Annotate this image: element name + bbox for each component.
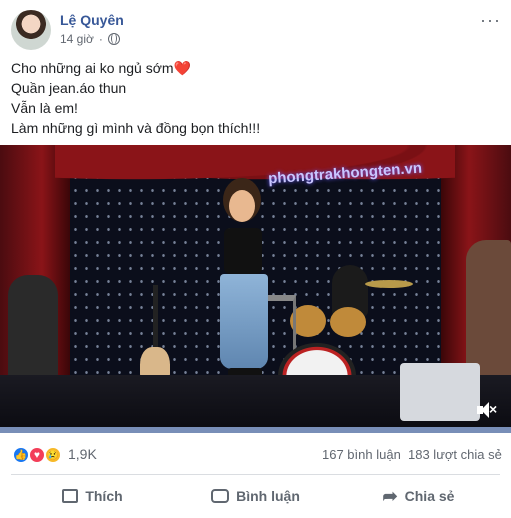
stage-monitor: [400, 363, 480, 421]
post-header: Lệ Quyên 14 giờ · ···: [0, 0, 511, 52]
like-button[interactable]: Thích: [11, 478, 174, 514]
tom-drum: [330, 307, 366, 337]
shares-count[interactable]: 183 lượt chia sẻ: [408, 447, 502, 462]
share-button[interactable]: ➦ Chia sẻ: [337, 478, 500, 514]
like-reaction-icon[interactable]: 👍: [12, 446, 30, 464]
singer: [214, 190, 274, 395]
globe-icon[interactable]: [107, 33, 120, 45]
post-meta: 14 giờ ·: [60, 32, 120, 46]
post-caption: Cho những ai ko ngủ sớm❤️ Quần jean.áo t…: [11, 58, 260, 138]
like-label: Thích: [85, 488, 123, 504]
comment-bubble-icon: [211, 489, 230, 503]
caption-line: Cho những ai ko ngủ sớm❤️: [11, 60, 191, 76]
post-stats: 👍 ♥ 😢 1,9K 167 bình luận 183 lượt chia s…: [0, 440, 511, 470]
heart-emoji-icon: ❤️: [173, 60, 191, 76]
comment-button[interactable]: Bình luận: [174, 478, 337, 514]
share-arrow-icon: ➦: [382, 486, 398, 506]
stage-light: [0, 427, 511, 433]
caption-line: Làm những gì mình và đồng bọn thích!!!: [11, 120, 261, 136]
caption-line: Quần jean.áo thun: [11, 80, 127, 96]
comments-count[interactable]: 167 bình luận: [322, 447, 401, 462]
comment-label: Bình luận: [236, 488, 300, 504]
caption-line: Vẫn là em!: [11, 100, 78, 116]
post-time[interactable]: 14 giờ: [60, 32, 94, 46]
more-options-icon[interactable]: ···: [480, 10, 501, 31]
thumbs-up-icon: [62, 489, 79, 503]
divider: [11, 474, 500, 475]
author-avatar[interactable]: [11, 10, 51, 50]
reaction-count[interactable]: 1,9K: [68, 446, 97, 462]
cymbal: [365, 280, 413, 288]
video-player[interactable]: phongtrakhongten.vn ×: [0, 145, 511, 433]
volume-muted-icon[interactable]: ×: [475, 399, 497, 421]
dot-separator: ·: [98, 32, 103, 46]
share-label: Chia sẻ: [404, 488, 455, 504]
post-actions: Thích Bình luận ➦ Chia sẻ: [11, 478, 500, 514]
author-name[interactable]: Lệ Quyên: [60, 12, 124, 28]
sad-reaction-icon[interactable]: 😢: [44, 446, 62, 464]
love-reaction-icon[interactable]: ♥: [28, 446, 46, 464]
